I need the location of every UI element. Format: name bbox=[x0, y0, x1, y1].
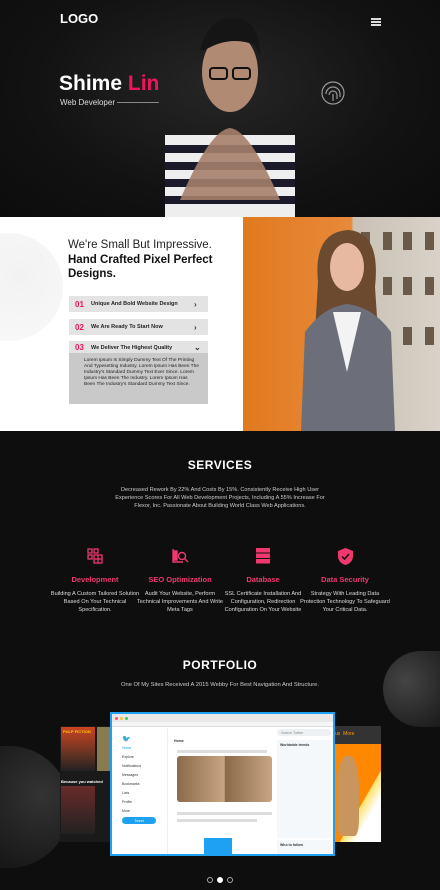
tweet-image bbox=[177, 756, 272, 802]
accordion-item-2[interactable]: 02 We Are Ready To Start Now › bbox=[69, 319, 208, 335]
carousel-dots bbox=[0, 870, 440, 888]
service-title: SEO Optimization bbox=[148, 575, 212, 584]
twitter-search[interactable]: Search Twitter bbox=[277, 729, 331, 736]
nav-item[interactable]: Profile bbox=[122, 797, 167, 806]
seo-search-icon bbox=[172, 549, 189, 563]
first-name: Shime bbox=[59, 72, 123, 95]
portfolio-slide-prev[interactable]: PULP FICTION Because you watched bbox=[60, 726, 115, 842]
nav-item[interactable]: Lists bbox=[122, 788, 167, 797]
hero-portrait bbox=[165, 17, 295, 217]
accordion-item-1[interactable]: 01 Unique And Bold Website Design › bbox=[69, 296, 208, 312]
hero-name: Shime Lin bbox=[59, 72, 159, 96]
nav-item[interactable]: Messages bbox=[122, 770, 167, 779]
tweet-button[interactable]: Tweet bbox=[122, 817, 156, 824]
service-title: Database bbox=[246, 575, 280, 584]
services-intro: Decreased Rework By 22% And Costs By 15%… bbox=[115, 487, 325, 509]
last-name: Lin bbox=[127, 72, 160, 95]
feed-title: Home bbox=[174, 739, 184, 743]
nav-item[interactable]: Bookmarks bbox=[122, 779, 167, 788]
item-number: 03 bbox=[75, 343, 84, 352]
trends-panel: Worldwide trends bbox=[277, 740, 331, 838]
item-label: We Are Ready To Start Now bbox=[91, 324, 163, 330]
nav-link: More bbox=[343, 731, 355, 737]
accordion-body: Lorem Ipsum Is Simply Dummy Text Of The … bbox=[69, 353, 208, 404]
twitter-nav: 🐦 Home Explore Notifications Messages Bo… bbox=[122, 734, 167, 824]
item-label: We Deliver The Highest Quality bbox=[91, 344, 173, 351]
nav-item[interactable]: Explore bbox=[122, 752, 167, 761]
portfolio-title: PORTFOLIO bbox=[182, 658, 258, 672]
service-development: Development Building A Custom Tailored S… bbox=[50, 545, 140, 614]
hamburger-icon[interactable] bbox=[371, 18, 381, 26]
carousel-dot-active[interactable] bbox=[217, 877, 223, 883]
about-section: We're Small But Impressive. Hand Crafted… bbox=[0, 217, 243, 431]
grid-blocks-icon bbox=[87, 548, 103, 564]
decorative-circle bbox=[0, 233, 63, 341]
service-desc: Strategy With Leading Data Protection Te… bbox=[300, 591, 390, 613]
trends-title: Worldwide trends bbox=[280, 743, 310, 747]
nav-item[interactable]: Home bbox=[122, 743, 167, 752]
nav-item[interactable]: More bbox=[122, 806, 167, 815]
service-database: Database SSL Certificate Installation An… bbox=[218, 545, 308, 614]
service-desc: SSL Certificate Installation And Configu… bbox=[224, 591, 302, 613]
item-number: 01 bbox=[75, 299, 84, 309]
hero-role: Web Developer bbox=[60, 98, 115, 107]
service-title: Data Security bbox=[321, 575, 369, 584]
shield-check-icon bbox=[337, 547, 353, 565]
carousel-dot[interactable] bbox=[227, 877, 233, 883]
carousel-dot[interactable] bbox=[207, 877, 213, 883]
follow-title: Who to follow bbox=[280, 843, 303, 847]
service-desc: Audit Your Website, Perform Technical Im… bbox=[136, 591, 223, 613]
about-photo bbox=[243, 217, 440, 431]
service-title: Development bbox=[71, 575, 119, 584]
services-title: SERVICES bbox=[187, 458, 253, 472]
hero-section: LOGO Shime Lin Web Developer bbox=[0, 0, 440, 217]
chevron-down-icon: ⌄ bbox=[194, 343, 201, 352]
database-icon bbox=[256, 548, 270, 564]
logo[interactable]: LOGO bbox=[60, 11, 98, 26]
service-seo: SEO Optimization Audit Your Website, Per… bbox=[135, 545, 225, 614]
chevron-right-icon: › bbox=[194, 299, 197, 309]
headline: Hand Crafted Pixel Perfect Designs. bbox=[68, 254, 213, 280]
portfolio-slide-active[interactable]: 🐦 Home Explore Notifications Messages Bo… bbox=[110, 712, 335, 856]
service-desc: Building A Custom Tailored Solution Base… bbox=[50, 591, 140, 613]
item-number: 02 bbox=[75, 322, 84, 332]
divider bbox=[117, 102, 159, 103]
poster-title: PULP FICTION bbox=[63, 729, 91, 734]
row-label: Because you watched bbox=[61, 779, 103, 784]
portfolio-subtitle: One Of My Sites Received A 2015 Webby Fo… bbox=[120, 682, 320, 688]
portfolio-slide-next[interactable]: us More bbox=[333, 726, 381, 842]
who-to-follow: Who to follow bbox=[277, 840, 331, 854]
item-label: Unique And Bold Website Design bbox=[91, 301, 178, 307]
service-security: Data Security Strategy With Leading Data… bbox=[300, 545, 390, 614]
fingerprint-icon[interactable] bbox=[320, 80, 346, 106]
nav-link: us bbox=[335, 731, 341, 737]
chevron-right-icon: › bbox=[194, 322, 197, 332]
nav-item[interactable]: Notifications bbox=[122, 761, 167, 770]
tagline: We're Small But Impressive. bbox=[68, 239, 212, 251]
